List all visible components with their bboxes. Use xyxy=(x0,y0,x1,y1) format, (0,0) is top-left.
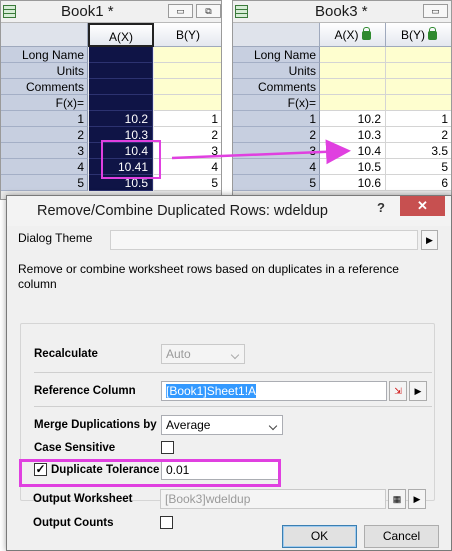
duplicate-tolerance-label: Duplicate Tolerance xyxy=(51,464,160,476)
output-worksheet-input[interactable]: [Book3]wdeldup xyxy=(160,489,386,509)
output-menu-button[interactable]: ▶ xyxy=(408,489,426,509)
dialog-theme-label: Dialog Theme xyxy=(18,231,93,245)
ok-button[interactable]: OK xyxy=(282,525,357,548)
duplicate-tolerance-input[interactable]: 0.01 xyxy=(161,460,279,480)
arrow-right-icon: ▶ xyxy=(414,386,422,396)
select-worksheet-button[interactable]: ▦ xyxy=(388,489,406,509)
settings-group: Recalculate Auto Reference Column [Book1… xyxy=(20,323,435,501)
merge-duplications-label: Merge Duplications by xyxy=(34,419,157,431)
cancel-button[interactable]: Cancel xyxy=(364,525,439,548)
output-counts-label: Output Counts xyxy=(33,517,114,529)
case-sensitive-checkbox[interactable] xyxy=(161,441,174,454)
arrow-right-icon: ▶ xyxy=(426,235,433,245)
close-button[interactable]: ✕ xyxy=(400,196,445,216)
arrow-icon xyxy=(171,139,351,165)
reference-menu-button[interactable]: ▶ xyxy=(409,381,427,401)
theme-menu-button[interactable]: ▶ xyxy=(421,230,438,250)
case-sensitive-label: Case Sensitive xyxy=(34,442,116,454)
reference-column-input[interactable]: [Book1]Sheet1!A xyxy=(161,381,387,401)
separator xyxy=(34,406,432,407)
dialog-body: Dialog Theme ▶ Remove or combine workshe… xyxy=(15,226,445,544)
output-counts-checkbox[interactable] xyxy=(160,516,173,529)
arrow-right-icon: ▶ xyxy=(413,494,421,504)
dialog-theme-combo[interactable] xyxy=(110,230,418,250)
dialog-title: Remove/Combine Duplicated Rows: wdeldup xyxy=(37,203,328,219)
wdeldup-dialog: Remove/Combine Duplicated Rows: wdeldup … xyxy=(6,195,452,551)
arrow-graphic xyxy=(171,139,351,165)
recalculate-label: Recalculate xyxy=(34,348,98,360)
output-worksheet-label: Output Worksheet xyxy=(33,493,133,505)
recalculate-combo[interactable]: Auto xyxy=(161,344,245,364)
duplicate-tolerance-checkbox[interactable]: ✓ xyxy=(34,463,47,476)
worksheet-select-icon: ▦ xyxy=(392,494,402,504)
dialog-titlebar[interactable]: Remove/Combine Duplicated Rows: wdeldup … xyxy=(7,196,451,226)
separator xyxy=(34,372,432,373)
dialog-description: Remove or combine worksheet rows based o… xyxy=(18,262,399,291)
reference-column-value: [Book1]Sheet1!A xyxy=(166,384,257,398)
merge-duplications-combo[interactable]: Average xyxy=(161,415,283,435)
reference-column-label: Reference Column xyxy=(34,385,136,397)
select-column-button[interactable]: ⇲ xyxy=(389,381,407,401)
help-button[interactable]: ? xyxy=(377,200,385,215)
column-select-icon: ⇲ xyxy=(394,386,402,396)
